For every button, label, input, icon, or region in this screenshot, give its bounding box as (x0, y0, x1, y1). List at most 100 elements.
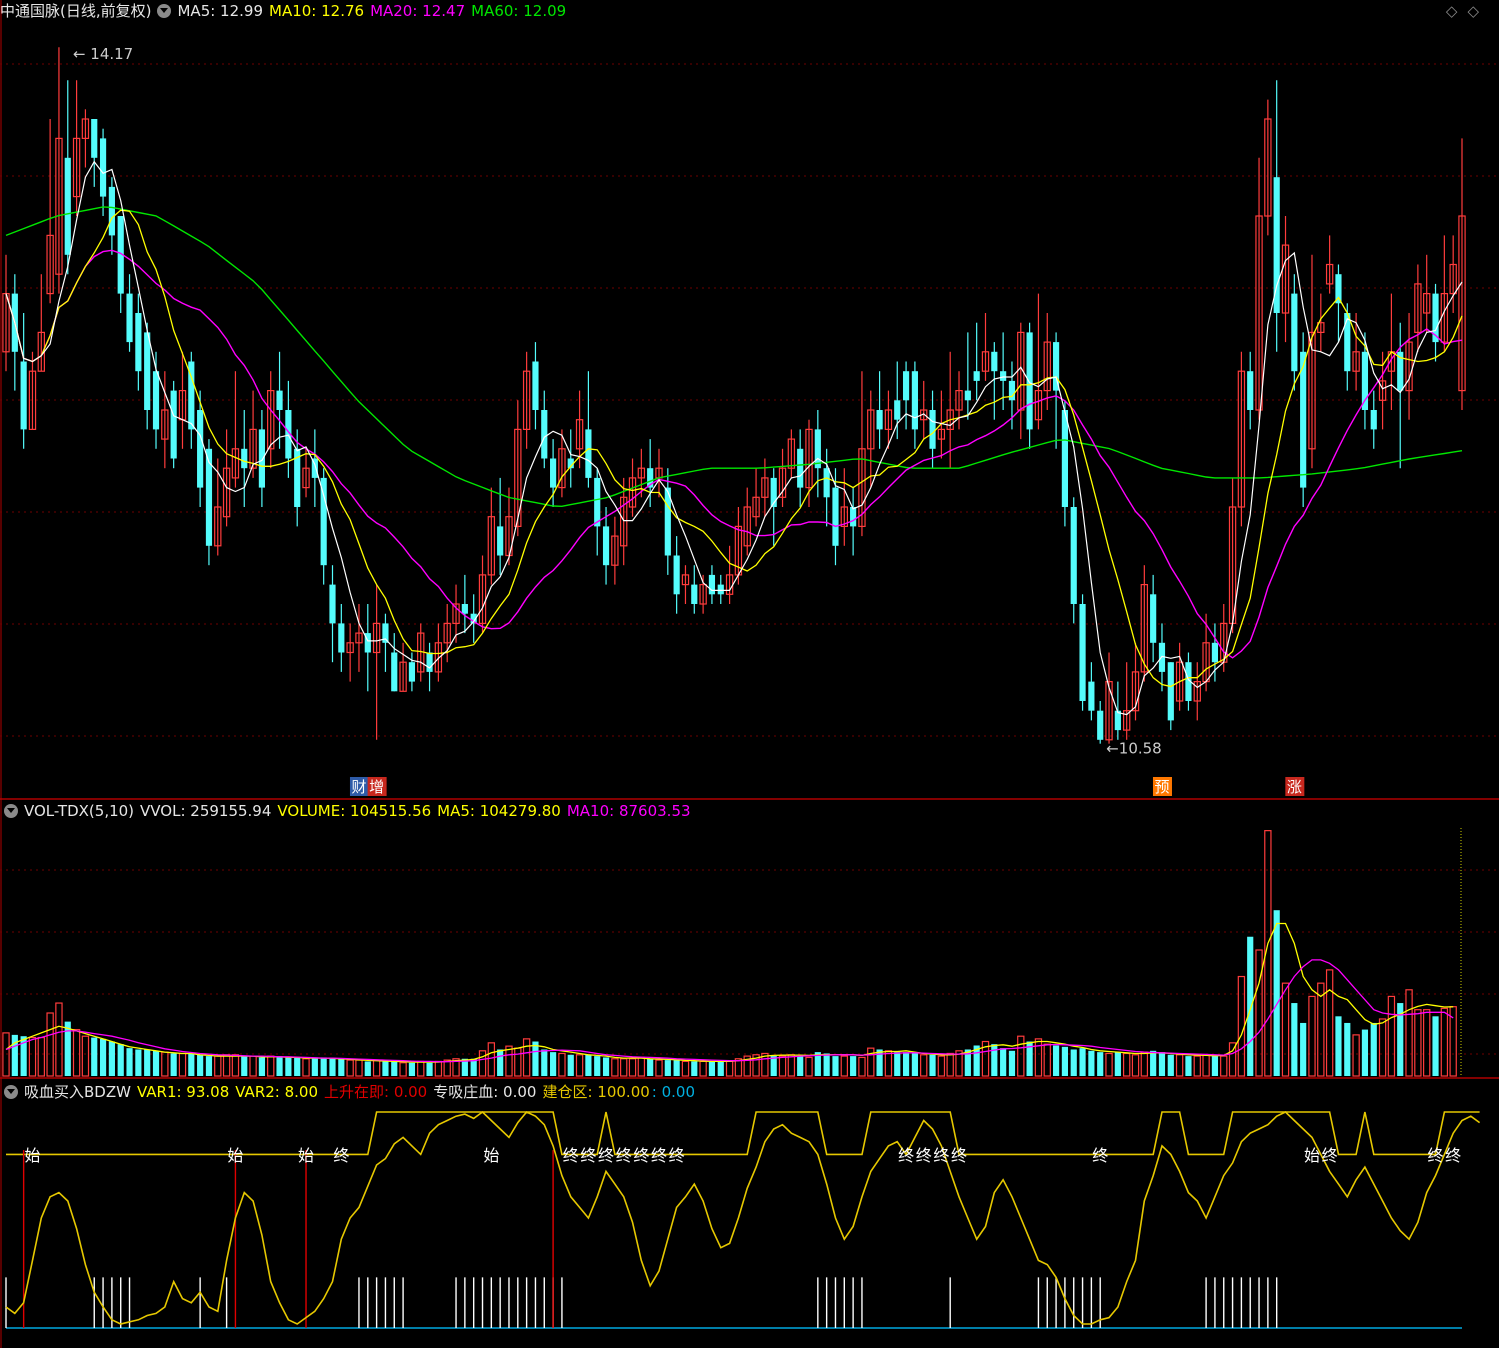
candle-body (1247, 371, 1254, 410)
start-label: 始 (227, 1146, 243, 1165)
ind-name[interactable]: 吸血买入BDZW (24, 1083, 131, 1101)
volume-bar (152, 1050, 160, 1076)
volume-bar (1070, 1049, 1077, 1076)
candle-body (823, 468, 830, 498)
volume-bar (1008, 1050, 1016, 1076)
volume-bar (797, 1056, 804, 1076)
candle-body (1079, 604, 1086, 701)
volume-bar (664, 1060, 671, 1076)
volume-bar (1000, 1048, 1007, 1076)
volume-bar (1017, 1035, 1025, 1077)
volume-bar (911, 1053, 918, 1076)
candle-body (1167, 662, 1174, 721)
volume-bar (338, 1058, 345, 1076)
volume-bar (205, 1056, 213, 1076)
candle-body (338, 623, 345, 653)
candle-body (708, 574, 716, 595)
volume-bar (391, 1061, 398, 1076)
var1-label: VAR1: 93.08 (136, 1083, 230, 1101)
end-label: 终 (916, 1146, 932, 1165)
candle-body (797, 448, 804, 488)
candle-body (1070, 507, 1077, 604)
candle-body (602, 526, 610, 566)
volume-bar (355, 1059, 363, 1077)
volume-bar (902, 1052, 910, 1076)
candle-body (929, 410, 936, 449)
candle-body (144, 332, 151, 410)
volume-bar (241, 1056, 248, 1076)
volume-bar (1247, 936, 1254, 1076)
volume-bar (37, 1036, 45, 1077)
volume-bar (920, 1054, 928, 1077)
candle-body (594, 477, 601, 527)
candle-body (1097, 710, 1104, 740)
candle-body (320, 477, 327, 566)
volume-bar (108, 1041, 115, 1076)
ma20-label: MA20: 12.47 (370, 2, 466, 20)
vol-name[interactable]: VOL-TDX(5,10) (24, 802, 134, 820)
dropdown-icon[interactable] (157, 4, 172, 18)
volume-bar (426, 1062, 433, 1076)
event-tag: 增 (369, 778, 384, 796)
volume-bar (673, 1060, 680, 1076)
extra-label: : 0.00 (651, 1083, 696, 1101)
end-label: 终 (951, 1146, 967, 1165)
candle-body (461, 604, 468, 614)
volume-bar (1352, 1034, 1360, 1077)
end-label: 终 (333, 1146, 349, 1165)
volume-bar (1131, 1054, 1140, 1077)
volume-bar (541, 1049, 548, 1076)
var2-label: VAR2: 8.00 (235, 1083, 318, 1101)
end-label: 终 (633, 1146, 649, 1165)
corner-icons: ◇◇ (1446, 2, 1489, 20)
volume-bar (302, 1058, 310, 1077)
volume-bar (161, 1051, 169, 1077)
vol-ma5-label: MA5: 104279.80 (437, 802, 561, 820)
volume-bar (443, 1059, 451, 1077)
volume-bar (691, 1061, 698, 1076)
candle-body (426, 652, 433, 672)
low-label: ←10.58 (1106, 740, 1162, 758)
volume-bar (884, 1050, 893, 1077)
suck-label: 专吸庄血: 0.00 (433, 1083, 537, 1101)
volume-bar (1344, 1022, 1351, 1076)
volume-bar (894, 1052, 901, 1076)
start-label: 始 (483, 1146, 499, 1165)
end-label: 终 (651, 1146, 667, 1165)
volume-bar (1432, 1016, 1439, 1076)
volume-bar (267, 1055, 275, 1077)
volume-bar (1361, 1029, 1369, 1076)
dropdown-icon[interactable] (4, 804, 18, 818)
volume-bar (1423, 1009, 1431, 1077)
volume-bar (249, 1055, 257, 1077)
expand-icon[interactable]: ◇ (1467, 2, 1489, 20)
end-label: 终 (616, 1146, 632, 1165)
volume-bar (1300, 1022, 1307, 1076)
start-label: 始 (1304, 1146, 1320, 1165)
diamond-icon[interactable]: ◇ (1446, 2, 1468, 20)
end-label: 终 (669, 1146, 685, 1165)
volume-bar (1440, 1007, 1449, 1077)
ma10-label: MA10: 12.76 (269, 2, 365, 20)
ma20-line (5, 249, 1463, 659)
candle-body (1344, 313, 1351, 372)
candle-body (241, 448, 248, 469)
volume-bar (117, 1044, 124, 1076)
volume-bar (937, 1055, 946, 1077)
indicator-header: 吸血买入BDZW VAR1: 93.08 VAR2: 8.00 上升在即: 0.00 专… (0, 1081, 701, 1103)
volume-bar (858, 1056, 866, 1077)
volume-bar (647, 1058, 654, 1076)
volume-bar (1052, 1045, 1060, 1076)
main-title[interactable]: 中通国脉(日线,前复权) (0, 2, 151, 20)
event-tag: 财 (351, 778, 366, 796)
volume-bar (1097, 1052, 1104, 1076)
volume-bar (126, 1048, 133, 1076)
end-label: 终 (1092, 1146, 1108, 1165)
volume-bar (1105, 1052, 1113, 1077)
volume-bar (594, 1056, 601, 1076)
candle-body (876, 410, 883, 430)
dropdown-icon[interactable] (4, 1085, 18, 1099)
volume-bar (294, 1057, 301, 1076)
volume-bar (1140, 1051, 1149, 1077)
volume-bar (602, 1057, 610, 1076)
